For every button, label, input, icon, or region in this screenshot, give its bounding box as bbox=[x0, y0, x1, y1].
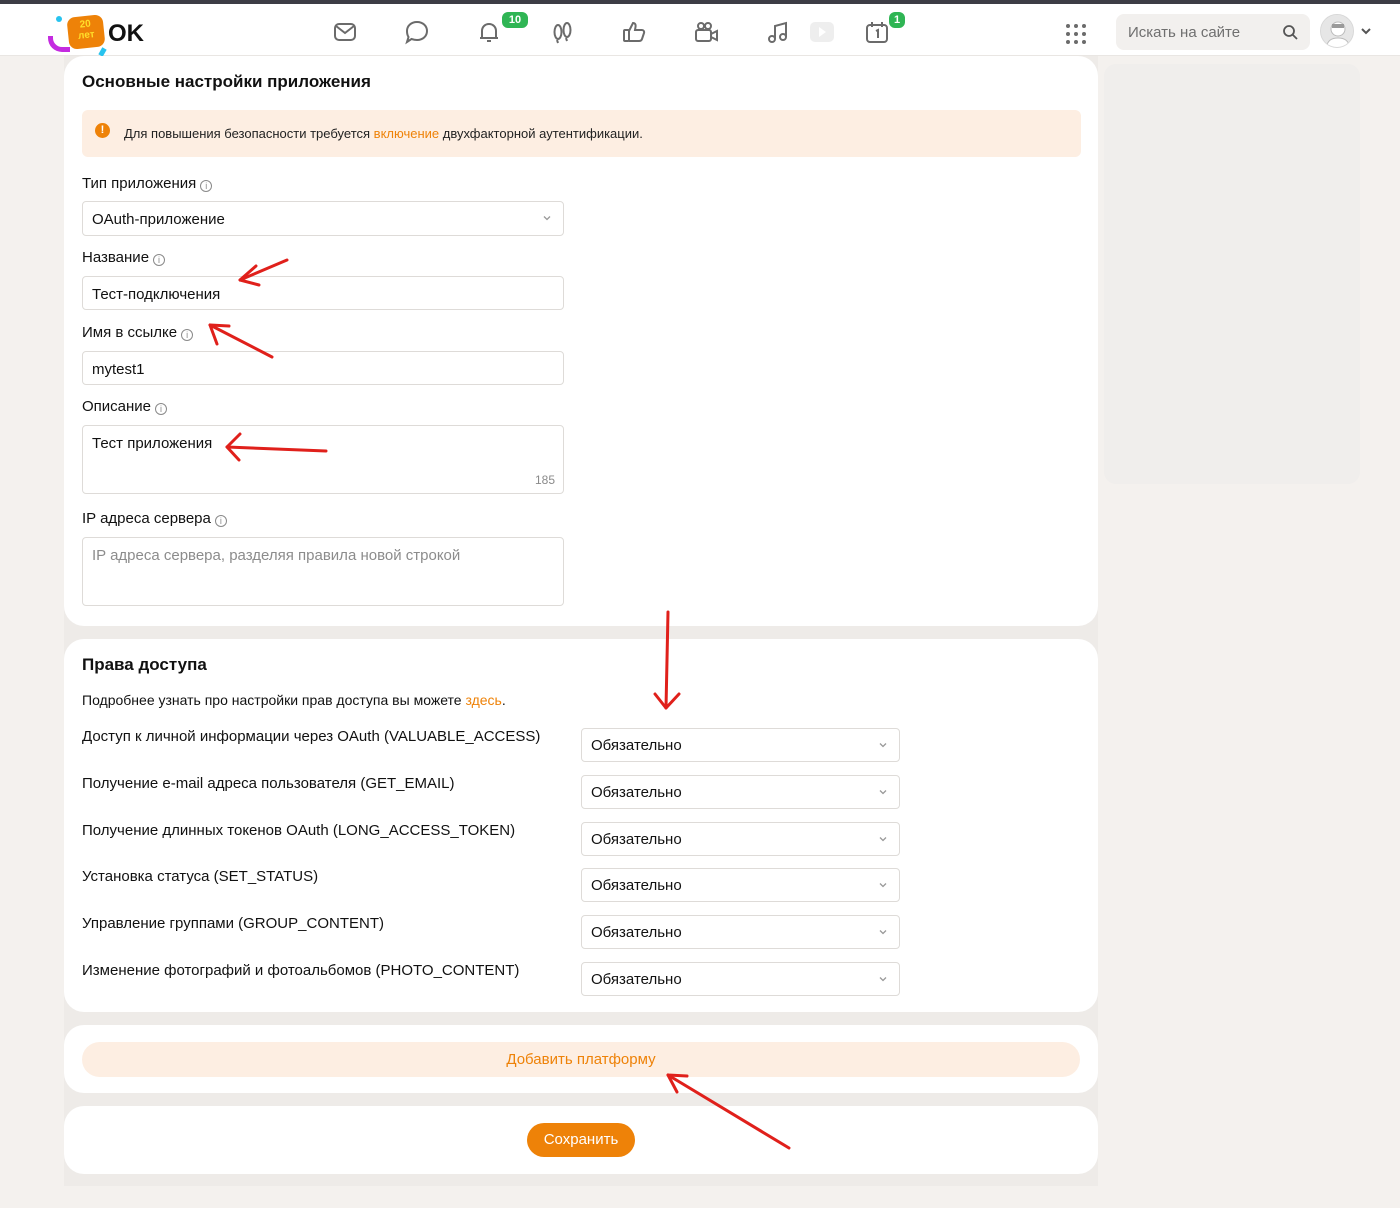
app-type-label-text: Тип приложения bbox=[82, 175, 197, 192]
right-sidebar-panel bbox=[1104, 64, 1360, 484]
name-label: Название i bbox=[82, 249, 166, 266]
apps-grid-icon[interactable] bbox=[1066, 24, 1086, 44]
ip-label: IP адреса сервера i bbox=[82, 510, 227, 527]
ip-placeholder: IP адреса сервера, разделяя правила ново… bbox=[92, 547, 461, 564]
permission-select-set-status[interactable]: Обязательно bbox=[581, 868, 900, 902]
permissions-help-link[interactable]: здесь bbox=[465, 692, 501, 708]
permission-value: Обязательно bbox=[591, 831, 682, 848]
description-textarea[interactable]: Тест приложения 185 bbox=[82, 425, 564, 494]
search-input[interactable] bbox=[1128, 14, 1278, 50]
video-play-icon[interactable] bbox=[808, 18, 836, 46]
ip-label-text: IP адреса сервера bbox=[82, 510, 211, 527]
chevron-down-icon bbox=[543, 216, 551, 221]
permissions-intro: Подробнее узнать про настройки прав дост… bbox=[82, 692, 506, 708]
link-name-label-text: Имя в ссылке bbox=[82, 324, 178, 341]
info-icon[interactable]: i bbox=[181, 329, 194, 341]
description-char-counter: 185 bbox=[534, 473, 555, 487]
info-icon[interactable]: i bbox=[155, 403, 168, 415]
app-type-value: OAuth-приложение bbox=[92, 211, 225, 228]
description-label-text: Описание bbox=[82, 398, 152, 415]
permissions-intro-text: Подробнее узнать про настройки прав дост… bbox=[82, 692, 466, 708]
chat-icon[interactable] bbox=[403, 18, 431, 46]
permissions-title: Права доступа bbox=[82, 655, 207, 674]
mail-icon[interactable] bbox=[331, 18, 359, 46]
permission-select-photo-content[interactable]: Обязательно bbox=[581, 962, 900, 996]
info-icon[interactable]: i bbox=[200, 180, 213, 192]
user-avatar[interactable] bbox=[1320, 14, 1354, 48]
chevron-down-icon bbox=[879, 837, 887, 842]
permission-value: Обязательно bbox=[591, 924, 682, 941]
site-search bbox=[1116, 14, 1310, 50]
permission-label: Получение длинных токенов OAuth (LONG_AC… bbox=[82, 822, 516, 839]
video-camera-icon[interactable] bbox=[692, 18, 720, 46]
chevron-down-icon bbox=[879, 977, 887, 982]
chevron-down-icon bbox=[879, 790, 887, 795]
permission-value: Обязательно bbox=[591, 784, 682, 801]
search-icon[interactable] bbox=[1282, 24, 1298, 40]
logo-ribbon-decoration bbox=[48, 36, 70, 52]
add-platform-button[interactable]: Добавить платформу bbox=[82, 1042, 1080, 1077]
ok-logo[interactable]: 20 лет OK bbox=[48, 10, 158, 57]
like-icon[interactable] bbox=[620, 18, 648, 46]
permission-select-group-content[interactable]: Обязательно bbox=[581, 915, 900, 949]
chevron-down-icon bbox=[879, 743, 887, 748]
events-count-badge: 1 bbox=[887, 10, 907, 30]
music-icon[interactable] bbox=[764, 18, 792, 46]
permission-label: Управление группами (GROUP_CONTENT) bbox=[82, 915, 384, 932]
chevron-down-icon bbox=[879, 883, 887, 888]
bell-icon[interactable] bbox=[475, 18, 503, 46]
description-label: Описание i bbox=[82, 398, 168, 415]
security-alert: ! Для повышения безопасности требуется в… bbox=[82, 110, 1081, 157]
logo-text: OK bbox=[108, 20, 144, 47]
info-icon[interactable]: i bbox=[214, 515, 227, 527]
permission-value: Обязательно bbox=[591, 877, 682, 894]
top-navigation-bar: 20 лет OK 10 1 bbox=[0, 4, 1400, 57]
enable-2fa-link[interactable]: включение bbox=[374, 126, 439, 141]
alert-text-after: двухфакторной аутентификации. bbox=[439, 126, 643, 141]
link-name-value: mytest1 bbox=[92, 361, 145, 378]
permission-label: Изменение фотографий и фотоальбомов (PHO… bbox=[82, 962, 520, 979]
link-name-input[interactable]: mytest1 bbox=[82, 351, 564, 385]
permissions-intro-end: . bbox=[501, 692, 506, 708]
permission-select-long-access-token[interactable]: Обязательно bbox=[581, 822, 900, 856]
permission-select-valuable-access[interactable]: Обязательно bbox=[581, 728, 900, 762]
notifications-count-badge: 10 bbox=[500, 10, 530, 30]
name-label-text: Название bbox=[82, 249, 150, 266]
save-button[interactable]: Сохранить bbox=[527, 1123, 635, 1157]
name-value: Тест-подключения bbox=[92, 286, 221, 303]
permission-label: Получение e-mail адреса пользователя (GE… bbox=[82, 775, 455, 792]
alert-text: Для повышения безопасности требуется вкл… bbox=[124, 126, 643, 141]
app-type-select[interactable]: OAuth-приложение bbox=[82, 201, 564, 236]
guests-icon[interactable] bbox=[548, 18, 576, 46]
permission-value: Обязательно bbox=[591, 737, 682, 754]
info-icon[interactable]: i bbox=[153, 254, 166, 266]
permission-value: Обязательно bbox=[591, 971, 682, 988]
permission-select-get-email[interactable]: Обязательно bbox=[581, 775, 900, 809]
description-value: Тест приложения bbox=[92, 435, 213, 452]
anniversary-badge-word: лет bbox=[77, 29, 96, 42]
alert-icon: ! bbox=[95, 123, 110, 138]
chevron-down-icon bbox=[879, 930, 887, 935]
permission-label: Установка статуса (SET_STATUS) bbox=[82, 868, 319, 885]
alert-text-before: Для повышения безопасности требуется bbox=[124, 126, 374, 141]
ip-textarea[interactable]: IP адреса сервера, разделяя правила ново… bbox=[82, 537, 564, 606]
anniversary-badge: 20 лет bbox=[66, 14, 106, 50]
basic-settings-title: Основные настройки приложения bbox=[82, 72, 371, 91]
permission-label: Доступ к личной информации через OAuth (… bbox=[82, 728, 541, 745]
name-input[interactable]: Тест-подключения bbox=[82, 276, 564, 310]
app-type-label: Тип приложения i bbox=[82, 175, 213, 192]
logo-confetti-decoration bbox=[56, 16, 62, 22]
link-name-label: Имя в ссылке i bbox=[82, 324, 194, 341]
chevron-down-icon[interactable] bbox=[1360, 26, 1372, 36]
